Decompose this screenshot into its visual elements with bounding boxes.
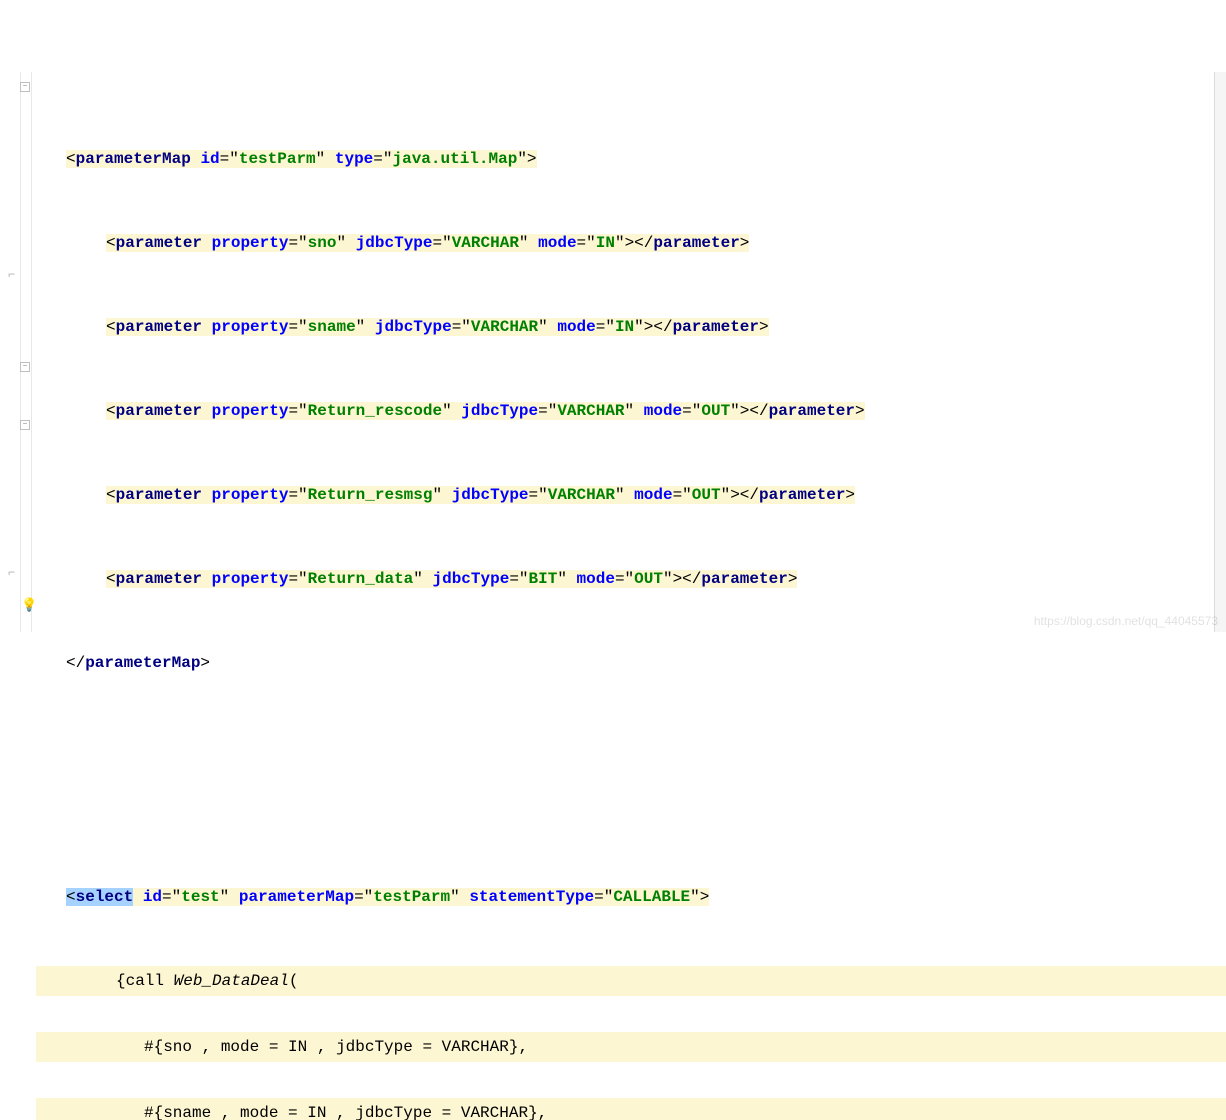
code-line[interactable]: <parameter property="sno" jdbcType="VARC… — [36, 228, 1226, 258]
code-line[interactable]: <parameter property="Return_rescode" jdb… — [36, 396, 1226, 426]
close-block-icon: ⌐ — [8, 268, 22, 282]
xml-attr: mode — [634, 486, 672, 504]
xml-attr: mode — [557, 318, 595, 336]
xml-punct: </ — [66, 654, 85, 672]
xml-attr: id — [143, 888, 162, 906]
xml-attr: property — [212, 486, 289, 504]
xml-value: test — [181, 888, 219, 906]
code-line[interactable]: #{sno , mode = IN , jdbcType = VARCHAR}, — [36, 1032, 1226, 1062]
xml-value: OUT — [692, 486, 721, 504]
xml-attr: mode — [644, 402, 682, 420]
xml-tag: select — [76, 888, 134, 906]
xml-attr: jdbcType — [452, 486, 529, 504]
xml-punct: > — [527, 150, 537, 168]
xml-value: sno — [308, 234, 337, 252]
code-line[interactable]: <parameter property="Return_data" jdbcTy… — [36, 564, 1226, 594]
xml-punct: > — [200, 654, 210, 672]
sql-text: ( — [289, 972, 299, 990]
gutter: − ⌐ − − ⌐ 💡 — [0, 72, 32, 632]
fold-icon[interactable]: − — [20, 420, 30, 430]
xml-value: Return_rescode — [308, 402, 442, 420]
xml-tag: parameterMap — [85, 654, 200, 672]
xml-value: IN — [615, 318, 634, 336]
blank-line[interactable] — [36, 732, 1226, 762]
xml-value: sname — [308, 318, 356, 336]
xml-attr: property — [212, 402, 289, 420]
xml-attr: id — [200, 150, 219, 168]
xml-value: VARCHAR — [471, 318, 538, 336]
xml-tag: parameter — [116, 486, 202, 504]
sql-text: {call — [116, 972, 174, 990]
sql-text: #{sno , mode = IN , jdbcType = VARCHAR}, — [144, 1038, 528, 1056]
code-line[interactable]: </parameterMap> — [36, 648, 1226, 678]
xml-tag: parameter — [116, 318, 202, 336]
sql-proc-name: Web_DataDeal — [174, 972, 289, 990]
xml-tag: parameter — [653, 234, 739, 252]
xml-attr: jdbcType — [461, 402, 538, 420]
xml-attr: parameterMap — [239, 888, 354, 906]
xml-tag: parameter — [116, 570, 202, 588]
xml-value: testParm — [373, 888, 450, 906]
xml-attr: mode — [538, 234, 576, 252]
xml-value: VARCHAR — [557, 402, 624, 420]
xml-value: OUT — [701, 402, 730, 420]
xml-value: Return_resmsg — [308, 486, 433, 504]
xml-attr: jdbcType — [433, 570, 510, 588]
close-block-icon: ⌐ — [8, 566, 22, 580]
blank-line[interactable] — [36, 798, 1226, 828]
xml-attr: property — [212, 570, 289, 588]
code-line[interactable]: {call Web_DataDeal( — [36, 966, 1226, 996]
xml-value: VARCHAR — [548, 486, 615, 504]
xml-attr: mode — [577, 570, 615, 588]
xml-attr: property — [212, 234, 289, 252]
xml-tag: parameter — [769, 402, 855, 420]
xml-tag: parameter — [673, 318, 759, 336]
code-line[interactable]: <parameterMap id="testParm" type="java.u… — [36, 144, 1226, 174]
fold-icon[interactable]: − — [20, 362, 30, 372]
xml-tag: parameterMap — [76, 150, 191, 168]
xml-attr: type — [335, 150, 373, 168]
xml-attr: jdbcType — [375, 318, 452, 336]
xml-attr: statementType — [469, 888, 594, 906]
fold-icon[interactable]: − — [20, 82, 30, 92]
code-line[interactable]: <select id="test" parameterMap="testParm… — [36, 882, 1226, 912]
xml-value: Return_data — [308, 570, 414, 588]
xml-value: java.util.Map — [392, 150, 517, 168]
xml-value: CALLABLE — [613, 888, 690, 906]
xml-attr: property — [212, 318, 289, 336]
code-area[interactable]: <parameterMap id="testParm" type="java.u… — [32, 72, 1226, 632]
code-line[interactable]: #{sname , mode = IN , jdbcType = VARCHAR… — [36, 1098, 1226, 1120]
xml-value: testParm — [239, 150, 316, 168]
xml-value: OUT — [634, 570, 663, 588]
xml-tag: parameter — [759, 486, 845, 504]
xml-tag: parameter — [116, 234, 202, 252]
sql-text: #{sname , mode = IN , jdbcType = VARCHAR… — [144, 1104, 547, 1120]
watermark: https://blog.csdn.net/qq_44045573 — [1034, 614, 1218, 628]
scrollbar-track[interactable] — [1214, 72, 1226, 632]
code-editor[interactable]: − ⌐ − − ⌐ 💡 <parameterMap id="testParm" … — [0, 72, 1226, 632]
xml-value: VARCHAR — [452, 234, 519, 252]
xml-punct: < — [66, 150, 76, 168]
xml-tag: parameter — [701, 570, 787, 588]
xml-value: IN — [596, 234, 615, 252]
xml-tag: parameter — [116, 402, 202, 420]
xml-attr: jdbcType — [356, 234, 433, 252]
code-line[interactable]: <parameter property="sname" jdbcType="VA… — [36, 312, 1226, 342]
xml-value: BIT — [529, 570, 558, 588]
code-line[interactable]: <parameter property="Return_resmsg" jdbc… — [36, 480, 1226, 510]
